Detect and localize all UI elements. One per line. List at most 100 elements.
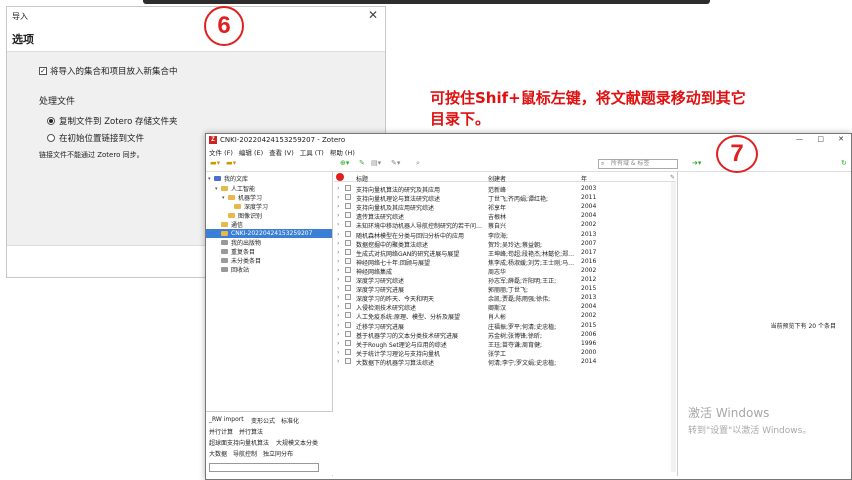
table-row[interactable]: › 迁移学习研究进展 庄福振;罗平;何清;史忠植; 2015 xyxy=(334,321,676,331)
column-picker-icon[interactable]: ✎ xyxy=(670,174,675,181)
tree-dl[interactable]: 深度学习 xyxy=(234,202,268,211)
column-year[interactable]: 年 xyxy=(581,174,587,183)
tag[interactable]: 大规模文本分类 xyxy=(276,438,318,447)
minimize-icon[interactable]: — xyxy=(796,135,803,143)
attachment-column-icon[interactable] xyxy=(336,173,344,181)
menu-help[interactable]: 帮助 (H) xyxy=(330,147,355,157)
table-row[interactable]: › 关于Rough Set理论与应用的综述 王珏;苗夺谦;周育健; 1996 xyxy=(334,339,676,349)
items-scrollbar[interactable] xyxy=(671,182,676,472)
new-library-icon[interactable]: ▬▾ xyxy=(226,159,236,167)
tree-my-publications[interactable]: 我的出版物 xyxy=(221,238,261,247)
table-row[interactable]: › 数据挖掘中的聚类算法综述 贺玲;吴玲达;蔡益朝; 2007 xyxy=(334,239,676,249)
expand-row-icon[interactable]: › xyxy=(337,312,339,319)
table-row[interactable]: › 深度学习研究综述 孙志军;薛磊;许阳明;王正; 2012 xyxy=(334,275,676,285)
expand-row-icon[interactable]: › xyxy=(337,249,339,256)
expand-row-icon[interactable]: › xyxy=(337,221,339,228)
tree-ml[interactable]: ▾ 机器学习 xyxy=(222,193,262,203)
tree-image-recognition[interactable]: 图像识别 xyxy=(228,211,262,220)
expand-row-icon[interactable]: › xyxy=(337,267,339,274)
menu-edit[interactable]: 编辑 (E) xyxy=(239,147,263,157)
expand-row-icon[interactable]: › xyxy=(337,340,339,347)
tree-unfiled[interactable]: 未分类条目 xyxy=(221,256,261,265)
attachment-icon[interactable]: ▤▾ xyxy=(371,159,381,167)
tree-trash[interactable]: 回收站 xyxy=(221,265,249,274)
expand-row-icon[interactable]: › xyxy=(337,285,339,292)
new-collection-option[interactable]: ✓ 将导入的集合和项目放入新集合中 xyxy=(39,65,178,77)
table-row[interactable]: › 深度学习研究进展 郭丽丽;丁世飞; 2015 xyxy=(334,284,676,294)
table-row[interactable]: › 神经网络集成 周志华 2002 xyxy=(334,266,676,276)
table-row[interactable]: › 支持向量机算法的研究及其应用 范新峰 2003 xyxy=(334,184,676,194)
tag[interactable]: 变形公式 xyxy=(251,416,275,425)
menu-file[interactable]: 文件 (F) xyxy=(209,147,233,157)
maximize-icon[interactable]: □ xyxy=(817,135,824,143)
tag-filter-input[interactable] xyxy=(209,463,319,472)
expand-row-icon[interactable]: › xyxy=(337,194,339,201)
tree-communication[interactable]: 通信 xyxy=(221,220,243,229)
tag[interactable]: _RW import xyxy=(209,416,244,423)
table-row[interactable]: › 随机森林模型在分类与回归分析中的应用 李欣海; 2013 xyxy=(334,230,676,240)
expand-row-icon[interactable]: › xyxy=(337,203,339,210)
file-handling-label: 处理文件 xyxy=(39,97,76,107)
tree-my-library[interactable]: ▾ 我的文库 xyxy=(208,174,248,184)
tag[interactable]: 超球面支持向量机算法 xyxy=(209,438,269,447)
tag[interactable]: 独立同分布 xyxy=(263,449,293,458)
table-row[interactable]: › 支持向量机理论与算法研究综述 丁世飞;齐丙娟;谭红艳; 2011 xyxy=(334,193,676,203)
expand-row-icon[interactable]: › xyxy=(337,349,339,356)
table-row[interactable]: › 神经网络七十年:回顾与展望 焦李成;杨淑媛;刘芳;王士刚;马… 2016 xyxy=(334,257,676,267)
column-creator[interactable]: 创建者 xyxy=(488,174,506,183)
dialog-heading: 选项 xyxy=(12,33,34,46)
search-input[interactable]: ⌕ 所有域 & 标签 xyxy=(598,159,678,169)
close-icon[interactable]: ✕ xyxy=(368,8,378,22)
expand-row-icon[interactable]: › xyxy=(337,240,339,247)
item-year: 2006 xyxy=(581,330,597,338)
window-close-icon[interactable]: ✕ xyxy=(838,135,844,143)
expand-row-icon[interactable]: › xyxy=(337,294,339,301)
add-by-identifier-icon[interactable]: ✎ xyxy=(359,159,365,167)
copy-files-option[interactable]: 复制文件到 Zotero 存储文件夹 xyxy=(47,115,178,127)
column-title[interactable]: 标题 xyxy=(356,174,368,183)
search-lookup-icon[interactable]: ⌕ xyxy=(416,159,420,168)
tag[interactable]: 导航控制 xyxy=(233,449,257,458)
item-year: 2014 xyxy=(581,357,597,365)
tree-cnki-collection[interactable]: CNKI-20220424153259207 xyxy=(206,229,332,238)
expand-row-icon[interactable]: › xyxy=(337,358,339,365)
table-row[interactable]: › 基于机器学习的文本分类技术研究进展 苏金树;张博锋;徐昕; 2006 xyxy=(334,330,676,340)
items-pane: 标题 创建者 年 ✎ › 支持向量机算法的研究及其应用 范新峰 2003 › 支持向量机理… xyxy=(334,172,676,476)
tag[interactable]: 标准化 xyxy=(281,416,299,425)
menu-view[interactable]: 查看 (V) xyxy=(269,147,294,157)
table-row[interactable]: › 人工免疫系统:原理、模型、分析及展望 肖人彬 2002 xyxy=(334,311,676,321)
table-row[interactable]: › 深度学习的昨天、今天和明天 余凯;贾磊;陈雨强;徐伟; 2013 xyxy=(334,293,676,303)
expand-row-icon[interactable]: › xyxy=(337,322,339,329)
locate-icon[interactable]: ➔▾ xyxy=(692,159,701,167)
tag[interactable]: 大数据 xyxy=(209,449,227,458)
table-row[interactable]: › 关于统计学习理论与支持向量机 张学工 2000 xyxy=(334,348,676,358)
table-row[interactable]: › 大数据下的机器学习算法综述 何清;李宁;罗文娟;史忠植; 2014 xyxy=(334,357,676,367)
expand-row-icon[interactable]: › xyxy=(337,303,339,310)
table-row[interactable]: › 生成式对抗网络GAN的研究进展与展望 王坤峰;苟超;段艳杰;林懿伦;郑… 2017 xyxy=(334,248,676,258)
table-row[interactable]: › 入侵检测技术研究综述 卿斯汉 2004 xyxy=(334,302,676,312)
tag[interactable]: 并行计算 xyxy=(209,427,233,436)
new-collection-icon[interactable]: ▬▾ xyxy=(210,159,220,167)
top-taskbar-strip xyxy=(143,0,710,4)
table-row[interactable]: › 支持向量机及其应用研究综述 祁享年 2004 xyxy=(334,202,676,212)
table-row[interactable]: › 未知环境中移动机器人导航控制研究的若干问… 蔡自兴 2002 xyxy=(334,220,676,230)
expand-row-icon[interactable]: › xyxy=(337,276,339,283)
expand-row-icon[interactable]: › xyxy=(337,212,339,219)
expand-row-icon[interactable]: › xyxy=(337,185,339,192)
sync-icon[interactable]: ↻ xyxy=(841,159,847,167)
new-item-icon[interactable]: ⊕▾ xyxy=(340,159,349,167)
expand-row-icon[interactable]: › xyxy=(337,331,339,338)
table-row[interactable]: › 遗传算法研究综述 吉根林 2004 xyxy=(334,211,676,221)
checkbox-checked-icon[interactable]: ✓ xyxy=(39,67,47,75)
expand-row-icon[interactable]: › xyxy=(337,231,339,238)
menu-tools[interactable]: 工具 (T) xyxy=(300,147,324,157)
radio-selected-icon[interactable] xyxy=(47,117,55,125)
radio-unselected-icon[interactable] xyxy=(47,134,55,142)
expand-row-icon[interactable]: › xyxy=(337,258,339,265)
tree-duplicates[interactable]: 重复条目 xyxy=(221,247,255,256)
note-icon[interactable]: ✎▾ xyxy=(391,159,400,167)
tree-ai[interactable]: ▾ 人工智能 xyxy=(215,184,255,194)
tag[interactable]: 并行算法 xyxy=(239,427,263,436)
link-files-option[interactable]: 在初始位置链接到文件 xyxy=(47,132,144,144)
item-creator: 何清;李宁;罗文娟;史忠植; xyxy=(488,359,557,367)
